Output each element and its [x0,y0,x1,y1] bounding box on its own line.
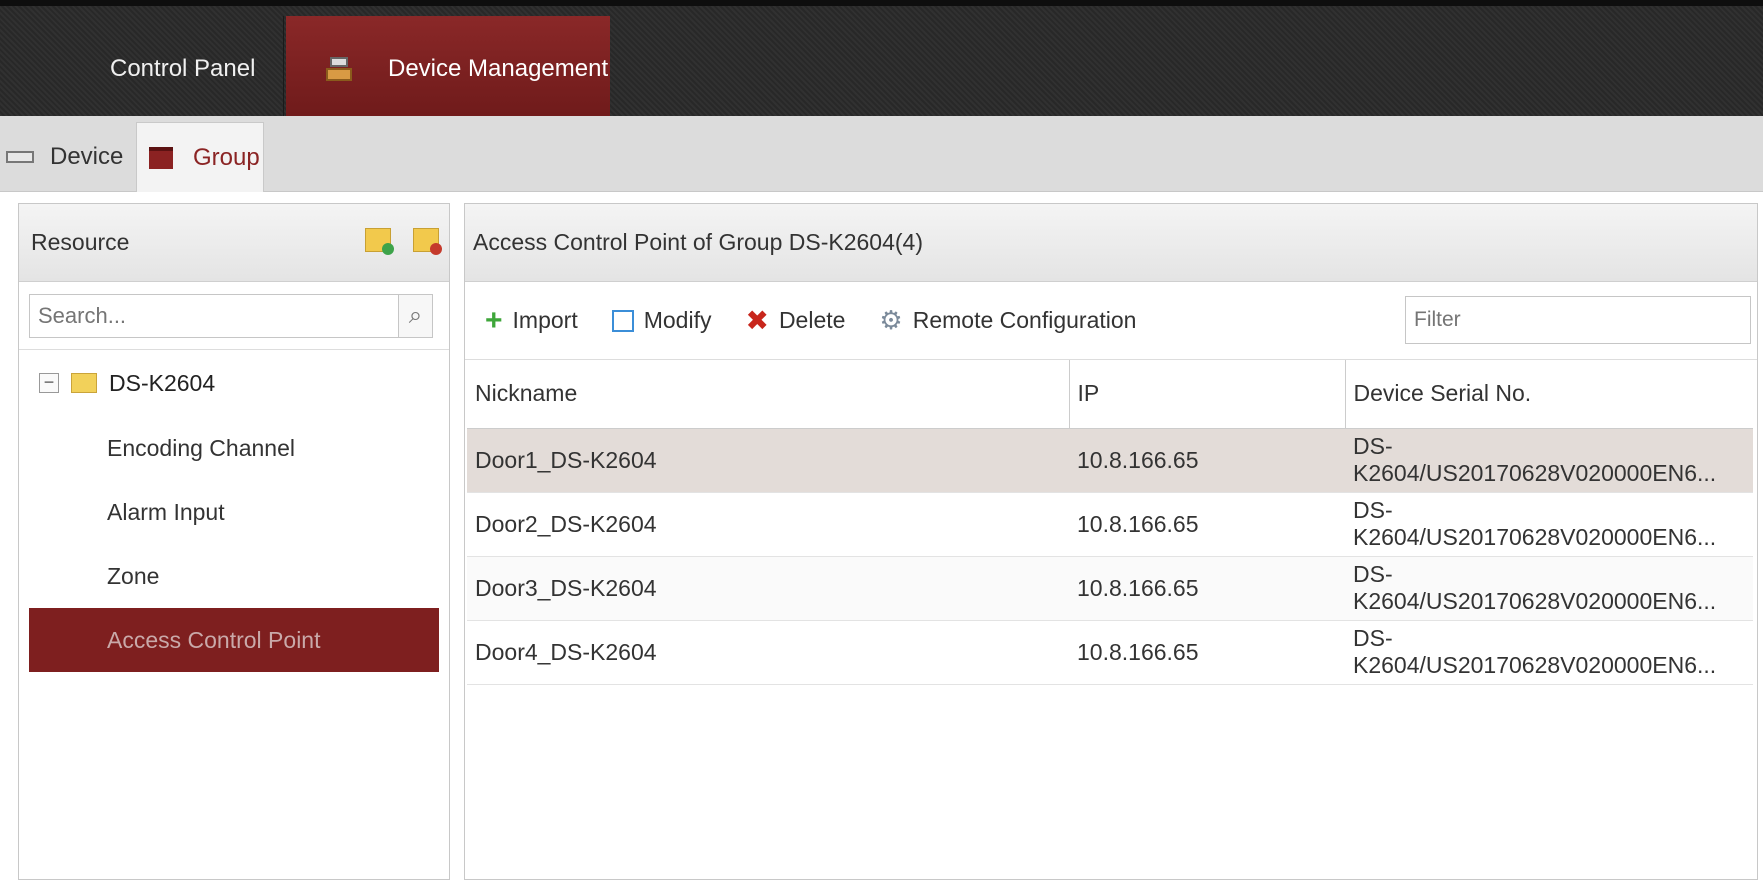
delete-folder-icon[interactable] [413,228,442,255]
toolbar: + Import Modify ✖ Delete ⚙ Remote Config… [465,282,1757,360]
tab-device[interactable]: Device [6,122,136,192]
delete-button[interactable]: ✖ Delete [745,304,845,337]
tree-item-label: Zone [107,562,160,589]
tree-item-alarm-input[interactable]: Alarm Input [19,480,449,544]
cell-serial: DS-K2604/US20170628V020000EN6... [1345,492,1753,557]
cell-ip: 10.8.166.65 [1069,428,1345,493]
resource-panel: Resource ⌕ − DS-K2604 Encoding Channel A… [18,203,450,880]
table-row[interactable]: Door2_DS-K2604 10.8.166.65 DS-K2604/US20… [467,492,1753,557]
tree-item-zone[interactable]: Zone [19,544,449,608]
x-icon: ✖ [745,305,769,336]
tab-control-panel[interactable]: Control Panel [0,16,284,122]
main-panel-title: Access Control Point of Group DS-K2604(4… [473,229,923,255]
table-row[interactable]: Door3_DS-K2604 10.8.166.65 DS-K2604/US20… [467,556,1753,621]
tab-control-panel-label: Control Panel [110,55,256,82]
access-control-point-table: Nickname IP Device Serial No. Door1_DS-K… [467,360,1753,685]
tree-root-label: DS-K2604 [109,369,216,396]
cell-nickname: Door3_DS-K2604 [467,556,1069,621]
column-header-nickname[interactable]: Nickname [467,360,1069,429]
resource-panel-header: Resource [19,204,449,282]
add-folder-icon[interactable] [365,228,394,255]
main-panel-header: Access Control Point of Group DS-K2604(4… [465,204,1757,282]
tree-item-label: Alarm Input [107,498,225,525]
tree-item-encoding-channel[interactable]: Encoding Channel [19,416,449,480]
device-icon [326,57,352,81]
column-header-serial[interactable]: Device Serial No. [1344,360,1753,429]
cell-serial: DS-K2604/US20170628V020000EN6... [1345,428,1753,493]
modify-button[interactable]: Modify [611,307,712,334]
search-input[interactable] [29,293,399,338]
device-icon [6,151,34,163]
remote-configuration-button[interactable]: ⚙ Remote Configuration [879,305,1136,336]
tab-device-management[interactable]: Device Management [286,16,610,122]
tree-item-access-control-point[interactable]: Access Control Point [29,608,439,672]
cell-ip: 10.8.166.65 [1069,556,1345,621]
access-control-point-panel: Access Control Point of Group DS-K2604(4… [464,203,1758,880]
cell-nickname: Door2_DS-K2604 [467,492,1069,557]
search-row: ⌕ [19,282,449,350]
cell-serial: DS-K2604/US20170628V020000EN6... [1345,620,1753,685]
remote-configuration-label: Remote Configuration [912,307,1137,333]
tree-root-node[interactable]: − DS-K2604 [19,350,449,416]
tab-group-label: Group [193,143,260,171]
folder-icon [149,146,173,169]
resource-tree: − DS-K2604 Encoding Channel Alarm Input … [19,350,449,672]
search-icon[interactable]: ⌕ [399,293,433,338]
resource-panel-title: Resource [31,229,130,255]
cell-serial: DS-K2604/US20170628V020000EN6... [1345,556,1753,621]
tab-device-label: Device [50,143,124,170]
tab-device-management-label: Device Management [388,55,609,82]
collapse-icon[interactable]: − [39,373,59,393]
table-row[interactable]: Door1_DS-K2604 10.8.166.65 DS-K2604/US20… [467,428,1753,493]
import-button[interactable]: + Import [485,304,578,338]
cell-ip: 10.8.166.65 [1069,492,1345,557]
folder-icon [71,373,97,393]
top-navigation-bar: Control Panel Device Management [0,0,1763,122]
grid-icon [48,56,74,82]
delete-label: Delete [778,307,846,333]
plus-icon: + [485,303,503,337]
column-header-ip[interactable]: IP [1068,360,1345,429]
cell-nickname: Door4_DS-K2604 [467,620,1069,685]
table-row[interactable]: Door4_DS-K2604 10.8.166.65 DS-K2604/US20… [467,620,1753,685]
tree-item-label: Access Control Point [107,626,321,653]
sub-tab-bar: Device Group [0,116,1763,192]
cell-ip: 10.8.166.65 [1069,620,1345,685]
tree-item-label: Encoding Channel [107,434,295,461]
filter-input[interactable] [1405,296,1751,344]
table-header-row: Nickname IP Device Serial No. [467,360,1753,429]
tab-group[interactable]: Group [136,122,264,192]
resource-actions [365,228,442,255]
modify-label: Modify [643,307,712,333]
import-label: Import [512,307,578,333]
cell-nickname: Door1_DS-K2604 [467,428,1069,493]
edit-icon [611,309,634,332]
gear-icon: ⚙ [879,305,903,335]
